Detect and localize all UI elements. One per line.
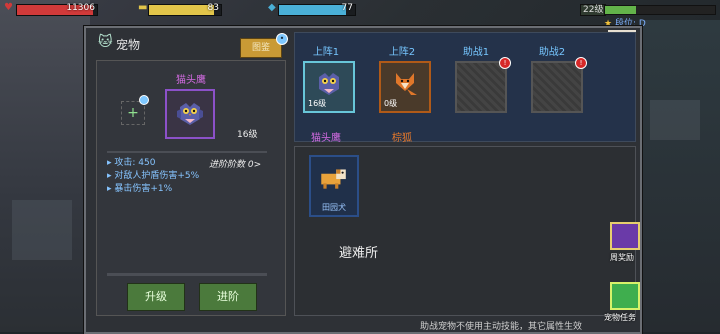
slot-label-deploy-2: 上阵2: [388, 47, 416, 58]
pet-collection-grid: 田园犬 避难所: [294, 146, 636, 316]
upgrade-button[interactable]: 升级: [127, 283, 185, 311]
weekly-reward-icon: [610, 222, 640, 250]
mana-bar: 77: [278, 3, 356, 16]
background-tile: [650, 100, 700, 140]
heart-icon: ♥: [4, 2, 13, 13]
background-building-left: [0, 0, 90, 332]
pet-detail-panel: 猫头鹰 + 16级 ▸ 攻击: 450 ▸ 对敌人护盾伤害+5% ▸ 暴击伤害+…: [96, 60, 286, 316]
pet-card-name: 田园犬: [322, 203, 346, 212]
xp-bar-fill: [605, 6, 636, 14]
deploy-1-pet-name: 猫头鹰: [311, 133, 341, 144]
mana-icon: ◆: [268, 2, 276, 13]
panel-title: 宠物: [116, 38, 141, 52]
stat-shield-damage: ▸ 对敌人护盾伤害+5%: [107, 171, 200, 181]
slot-label-deploy-1: 上阵1: [312, 47, 340, 58]
mana-bar-fill: [279, 5, 346, 15]
assist-slot-1[interactable]: !: [455, 57, 511, 113]
hp-value: 11306: [66, 3, 95, 13]
hp-bar: 11306: [16, 3, 98, 16]
notification-badge: •: [276, 33, 288, 45]
weekly-reward-button[interactable]: 周奖励: [606, 220, 642, 262]
owl-icon: [177, 103, 203, 125]
slot-pet-level: 16级: [308, 99, 327, 108]
fox-icon: [396, 73, 417, 95]
deploy-slot-1[interactable]: 16级: [303, 61, 355, 113]
shelter-label: 避难所: [339, 246, 379, 261]
pet-panel: 🐱 宠物 图鉴 • ✕ 猫头鹰 + 16级 ▸ 攻击: 450 ▸ 对敌人护盾伤…: [84, 26, 642, 334]
top-hud: ♥ 11306 ▬ 83 ◆ 77 22级 ★ 段位: D: [0, 0, 720, 29]
energy-value: 83: [207, 3, 219, 13]
pet-tasks-button[interactable]: 宠物任务: [604, 280, 642, 322]
dog-icon: [321, 169, 346, 189]
divider: [107, 273, 267, 276]
mana-value: 77: [341, 3, 353, 13]
slot-label-assist-2: 助战2: [538, 47, 566, 58]
selected-pet-portrait[interactable]: [165, 89, 215, 139]
alert-badge: !: [499, 57, 511, 69]
pet-tasks-label: 宠物任务: [604, 313, 636, 322]
advance-count[interactable]: 进阶阶数 0>: [209, 157, 261, 170]
selected-pet-name: 猫头鹰: [176, 75, 206, 86]
cat-pet-icon: 🐱: [98, 34, 113, 50]
deploy-slot-2[interactable]: 0级: [379, 61, 431, 113]
bottom-tip: 助战宠物不使用主动技能，其它属性生效: [420, 322, 583, 332]
pet-card[interactable]: 田园犬: [309, 155, 359, 217]
energy-icon: ▬: [138, 2, 148, 13]
energy-bar-fill: [149, 5, 214, 15]
weekly-reward-label: 周奖励: [610, 253, 634, 262]
stat-attack-text: 攻击: 450: [114, 158, 156, 168]
stat-crit-text: 暴击伤害+1%: [114, 184, 173, 194]
owl-icon: [319, 73, 339, 95]
slot-label-assist-1: 助战1: [462, 47, 490, 58]
add-slot-badge: [139, 95, 149, 105]
divider: [107, 151, 267, 153]
slot-pet-level: 0级: [384, 99, 398, 108]
deploy-2-pet-name: 棕狐: [392, 133, 412, 144]
player-level: 22级: [580, 4, 607, 16]
xp-bar: [604, 5, 716, 15]
deployment-slots-panel: 上阵1 上阵2 助战1 助战2 16级 0级 ! ! 猫头鹰 棕狐: [294, 32, 636, 144]
stat-shield-text: 对敌人护盾伤害+5%: [114, 171, 200, 181]
background-building-right: [640, 20, 720, 332]
energy-bar: 83: [148, 3, 222, 16]
advance-button[interactable]: 进阶: [199, 283, 257, 311]
gift-icon: [610, 282, 640, 310]
pet-level: 16级: [237, 130, 258, 140]
background-tile: [12, 200, 72, 260]
assist-slot-2[interactable]: !: [531, 57, 587, 113]
stat-crit-damage: ▸ 暴击伤害+1%: [107, 184, 173, 194]
alert-badge: !: [575, 57, 587, 69]
